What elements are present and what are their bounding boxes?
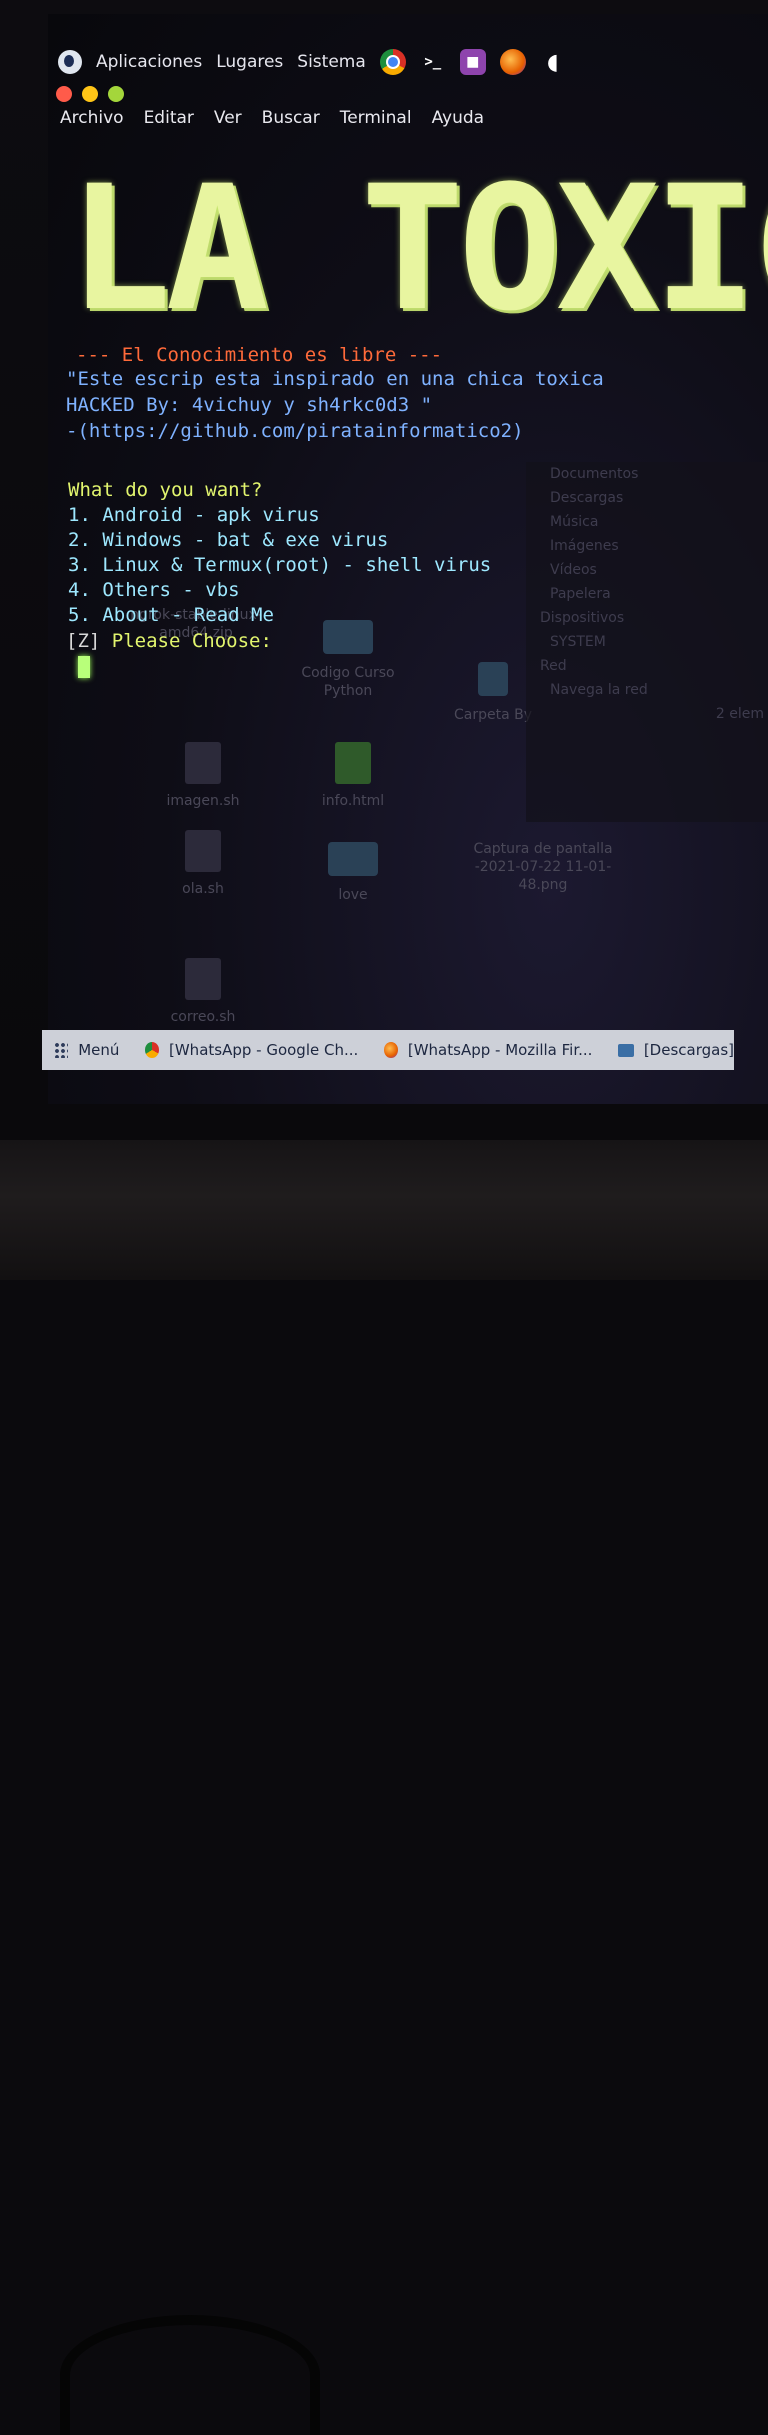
chrome-icon[interactable] (379, 49, 406, 75)
script-file-icon (185, 958, 221, 1000)
menu-applications[interactable]: Aplicaciones (96, 52, 202, 72)
menu-system[interactable]: Sistema (297, 52, 365, 72)
menu-editar[interactable]: Editar (144, 108, 194, 128)
desk-surface (0, 1140, 768, 2435)
status-count: 2 elem (715, 706, 764, 722)
option-windows: 2. Windows - bat & exe virus (68, 529, 389, 551)
file-label: info.html (321, 793, 385, 809)
tagline: --- El Conocimiento es libre --- (76, 344, 443, 366)
folder-icon (617, 1043, 634, 1057)
top-panel: Aplicaciones Lugares Sistema >_ ■ ◖ (48, 38, 768, 86)
menu-places[interactable]: Lugares (216, 52, 283, 72)
terminal-menubar: Archivo Editar Ver Buscar Terminal Ayuda (60, 108, 484, 128)
menu-question: What do you want? (68, 479, 263, 501)
firefox-icon[interactable] (499, 49, 526, 75)
option-others: 4. Others - vbs (68, 579, 240, 601)
bottom-taskbar: Menú [WhatsApp - Google Ch... [WhatsApp … (42, 1030, 734, 1070)
terminal-output[interactable]: LA TOXICA --- El Conocimiento es libre -… (66, 148, 768, 678)
cable (60, 2315, 320, 2435)
prompt-marker: [Z] (66, 630, 101, 652)
file-label: correo.sh (170, 1009, 236, 1025)
applications-logo-icon[interactable] (58, 50, 82, 74)
quote-line: "Este escrip esta inspirado en una chica… (66, 368, 604, 390)
window-controls (56, 86, 124, 102)
task-whatsapp-chrome[interactable]: [WhatsApp - Google Ch... (169, 1041, 358, 1059)
file-label: Captura de pantalla -2021-07-22 11-01-48… (473, 841, 613, 893)
html-file-icon (335, 742, 371, 784)
close-button[interactable] (56, 86, 72, 102)
monitor-screen: ngrok-stable-linux-amd64.zip Codigo Curs… (48, 14, 768, 1104)
desktop-file[interactable]: imagen.sh (148, 742, 258, 810)
desktop-file[interactable]: Captura de pantalla -2021-07-22 11-01-48… (458, 840, 628, 894)
maximize-button[interactable] (108, 86, 124, 102)
start-menu-button[interactable]: Menú (78, 1041, 119, 1059)
prompt-line: [Z] Please Choose: (66, 630, 272, 652)
menu-archivo[interactable]: Archivo (60, 108, 124, 128)
credits-line: HACKED By: 4vichuy y sh4rkc0d3 " (66, 394, 433, 416)
terminal-icon[interactable]: >_ (420, 49, 446, 75)
sidebar-item[interactable]: Navega la red (526, 678, 768, 702)
option-android: 1. Android - apk virus (68, 504, 320, 526)
app-grid-icon[interactable] (54, 1042, 69, 1058)
folder-label: Carpeta By (453, 707, 533, 723)
task-descargas[interactable]: [Descargas] (644, 1041, 734, 1059)
purple-app-icon[interactable]: ■ (459, 49, 486, 75)
task-whatsapp-firefox[interactable]: [WhatsApp - Mozilla Fir... (408, 1041, 593, 1059)
option-about: 5. About - Read Me (68, 604, 274, 626)
prompt-text: Please Choose: (100, 630, 272, 652)
desktop-file[interactable]: correo.sh (148, 958, 258, 1026)
minimize-button[interactable] (82, 86, 98, 102)
folder-label: love (338, 887, 368, 903)
chrome-icon (144, 1042, 159, 1058)
menu-ver[interactable]: Ver (214, 108, 242, 128)
ascii-banner: LA TOXICA (68, 148, 768, 349)
script-file-icon (185, 830, 221, 872)
file-label: imagen.sh (166, 793, 240, 809)
desktop-folder[interactable]: love (298, 842, 408, 904)
moon-icon[interactable]: ◖ (540, 49, 566, 75)
file-label: ola.sh (182, 881, 224, 897)
script-file-icon (185, 742, 221, 784)
option-linux: 3. Linux & Termux(root) - shell virus (68, 554, 492, 576)
menu-terminal[interactable]: Terminal (340, 108, 412, 128)
menu-ayuda[interactable]: Ayuda (432, 108, 485, 128)
menu-buscar[interactable]: Buscar (262, 108, 320, 128)
desktop-file[interactable]: info.html (298, 742, 408, 810)
folder-icon (328, 842, 378, 876)
github-url-line: -(https://github.com/piratainformatico2) (66, 420, 524, 442)
text-cursor (78, 656, 90, 678)
desktop-file[interactable]: ola.sh (148, 830, 258, 898)
firefox-icon (383, 1042, 398, 1058)
